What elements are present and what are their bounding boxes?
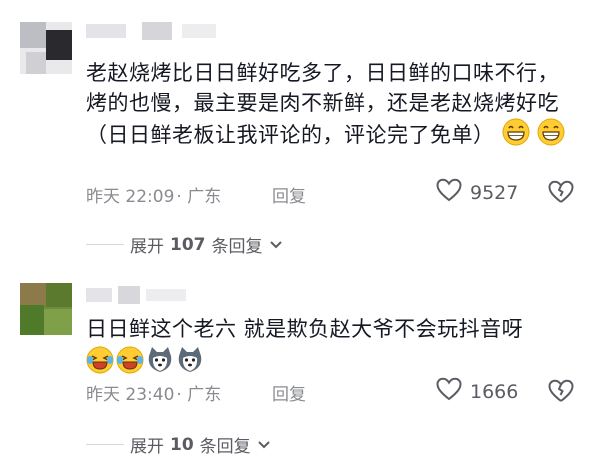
emoji-row: [86, 346, 204, 378]
expand-prefix: 展开: [130, 237, 164, 257]
comment-text: 日日鲜这个老六 就是欺负赵大爷不会玩抖音呀: [86, 314, 576, 344]
dislike-button[interactable]: [548, 180, 574, 208]
reply-button[interactable]: 回复: [272, 182, 306, 207]
expand-suffix: 条回复: [211, 237, 263, 257]
reply-button[interactable]: 回复: [272, 380, 306, 405]
broken-heart-icon: [548, 379, 574, 402]
grin-emoji: [502, 118, 530, 154]
chevron-down-icon: [269, 235, 283, 255]
chevron-down-icon: [257, 435, 271, 455]
like-count: 9527: [470, 181, 519, 204]
broken-heart-icon: [548, 180, 574, 203]
divider-line: [86, 444, 124, 445]
username-redacted[interactable]: [86, 22, 216, 40]
dislike-button[interactable]: [548, 379, 574, 407]
heart-icon: [436, 377, 462, 406]
comment-body: 老赵烧烤比日日鲜好吃多了，日日鲜的口味不行，烤的也慢，最主要是肉不新鲜，还是老赵…: [86, 61, 559, 147]
username-redacted[interactable]: [86, 286, 196, 304]
laugh-cry-emoji: [86, 346, 114, 378]
divider-line: [86, 244, 124, 245]
comment-time: 昨天 23:40: [86, 385, 175, 405]
comment-text: 老赵烧烤比日日鲜好吃多了，日日鲜的口味不行，烤的也慢，最主要是肉不新鲜，还是老赵…: [86, 58, 576, 154]
avatar[interactable]: [20, 283, 72, 335]
expand-replies-button[interactable]: 展开 107 条回复: [86, 232, 283, 257]
expand-replies-button[interactable]: 展开 10 条回复: [86, 432, 271, 457]
reply-count: 10: [170, 434, 194, 455]
comment-location: · 广东: [176, 187, 222, 207]
laugh-cry-emoji: [116, 346, 144, 378]
husky-emoji: [176, 346, 204, 378]
comment-location: · 广东: [176, 385, 222, 405]
comment-time: 昨天 22:09: [86, 187, 175, 207]
comment-body: 日日鲜这个老六 就是欺负赵大爷不会玩抖音呀: [86, 317, 524, 341]
expand-suffix: 条回复: [199, 437, 251, 457]
husky-emoji: [146, 346, 174, 378]
comment-meta: 昨天 23:40 · 广东: [86, 380, 221, 405]
like-count: 1666: [470, 380, 519, 403]
heart-icon: [436, 178, 462, 207]
reply-count: 107: [170, 234, 206, 255]
like-button[interactable]: 1666: [436, 377, 518, 406]
expand-prefix: 展开: [130, 437, 164, 457]
grin-emoji: [537, 118, 565, 154]
like-button[interactable]: 9527: [436, 178, 518, 207]
comment-meta: 昨天 22:09 · 广东: [86, 182, 221, 207]
avatar[interactable]: [20, 22, 72, 74]
